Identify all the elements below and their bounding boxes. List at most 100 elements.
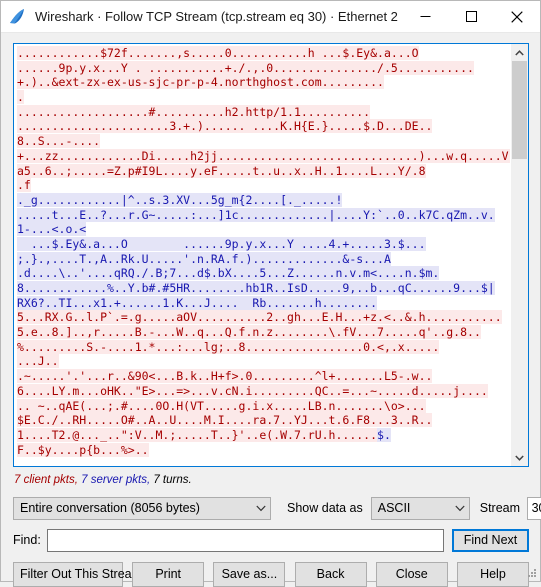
dialog-button-row: Filter Out This Stream Print Save as... …	[13, 561, 529, 587]
back-button[interactable]: Back	[294, 561, 367, 587]
scroll-down-button[interactable]	[511, 449, 528, 466]
stream-line: .~.....'.'...r..&90<...B.k..H+f>.0......…	[17, 369, 510, 384]
wireshark-fin-icon	[10, 8, 24, 23]
stream-line: 5.e..8.]..,r.....B.-...W..q...Q.f.n.z...…	[17, 325, 510, 340]
server-text-segment: ;.}.,....T.,A..Rk.U.....'.n.RA.f.)......…	[17, 251, 391, 266]
client-text-segment: ...................#..........h2.http/1.…	[17, 104, 371, 119]
close-icon	[511, 10, 523, 23]
client-text-segment: ......9p.y.x...Y . ...........+./.,.0...…	[17, 60, 474, 75]
stream-controls-row: Entire conversation (8056 bytes) Show da…	[13, 496, 541, 520]
client-text-segment: .f	[17, 178, 31, 193]
find-input[interactable]	[46, 528, 444, 552]
client-text-segment: ............$72f.......,s.....0.........…	[17, 46, 419, 60]
show-data-as-select[interactable]: ASCII	[370, 496, 470, 520]
stream-line: .d....\..'....qRQ./.B;7...d$.bX....5...Z…	[17, 266, 510, 281]
stream-content[interactable]: ............$72f.......,s.....0.........…	[14, 44, 510, 466]
stream-line: a5..6..;.....=Z.p#I9L....y.eF.....t..u..…	[17, 163, 510, 179]
client-text-segment: 5...RX.G..l.P`.=.g.....aOV..........2..g…	[17, 310, 502, 325]
client-text-segment: 5.e..8.]..,r.....B.-...W..q...Q.f.n.z...…	[17, 325, 481, 340]
stream-line: .....t...E..?...r.G~.....:...]1c........…	[17, 207, 510, 223]
stream-line: ._g............|^..s.3.XV...5g_m{2....[.…	[17, 192, 510, 208]
server-text-segment: 8............%..Y.b#.#5HR........hb1R..I…	[17, 281, 495, 295]
stream-line: ......................3.+.)...... ....K.…	[17, 119, 510, 134]
stream-line: +...zz............Di.....h2jj...........…	[17, 148, 510, 164]
conversation-select[interactable]: Entire conversation (8056 bytes)	[13, 496, 271, 520]
client-text-segment: F..$y....p{b...%>..	[17, 442, 149, 457]
follow-tcp-stream-dialog: Wireshark · Follow TCP Stream (tcp.strea…	[0, 0, 541, 587]
stream-line: $E.C./..RH.....O#..A..U....M.I....ra.7..…	[17, 413, 510, 428]
scroll-up-button[interactable]	[511, 44, 528, 61]
stream-line: 6....LY.m...oHK.."E>...=>...v.cN.i......…	[17, 383, 510, 399]
server-text-segment: .d....\..'....qRQ./.B;7...d$.bX....5...Z…	[17, 266, 440, 281]
stream-line: ;.}.,....T.,A..Rk.U.....'.n.RA.f.)......…	[17, 251, 510, 267]
stream-line: 5...RX.G..l.P`.=.g.....aOV..........2..g…	[17, 310, 510, 325]
minimize-button[interactable]	[402, 1, 448, 33]
client-pkts-stat: 7 client pkts,	[14, 474, 78, 486]
stream-line: .	[17, 90, 510, 105]
client-text-segment: 1....T2.@..._..":V..M.;.....T..}'..e(.W.…	[17, 427, 378, 442]
conversation-select-value: Entire conversation (8056 bytes)	[20, 501, 200, 515]
title-bar: Wireshark · Follow TCP Stream (tcp.strea…	[1, 1, 540, 33]
server-text-segment: RX6?..TI...x1.+......1.K...J.... Rb.....…	[17, 295, 378, 310]
client-text-segment: 6....LY.m...oHK.."E>...=>...v.cN.i......…	[17, 383, 488, 398]
stream-line: F..$y....p{b...%>..	[17, 442, 510, 458]
stream-line: +.)..&ext-zx-ex-us-sjc-pr-p-4.northghost…	[17, 75, 510, 90]
stream-line: ............$72f.......,s.....0.........…	[17, 46, 510, 61]
server-pkts-stat: 7 server pkts,	[77, 474, 151, 486]
stream-line: 8..S...-....	[17, 134, 510, 149]
find-label: Find:	[13, 533, 41, 547]
window-title: Wireshark · Follow TCP Stream (tcp.strea…	[35, 9, 398, 24]
stream-line: ...................#..........h2.http/1.…	[17, 104, 510, 120]
chevron-down-icon	[252, 505, 270, 512]
find-next-button[interactable]: Find Next	[452, 528, 529, 552]
window-controls	[402, 1, 540, 33]
maximize-icon	[465, 11, 477, 22]
close-button-titlebar[interactable]	[494, 1, 540, 33]
server-text-segment: .....t...E..?...r.G~.....:...]1c........…	[17, 207, 495, 222]
scroll-track[interactable]	[511, 61, 528, 449]
show-data-as-label: Show data as	[287, 501, 363, 515]
server-text-segment: $.	[377, 427, 391, 442]
server-text-segment: ...$.Ey&.a...O ......9p.y.x...Y ....4.+.…	[17, 236, 426, 251]
client-text-segment: %.........S.-....1.*...:...lg;..8.......…	[17, 339, 440, 354]
filter-out-this-stream-button[interactable]: Filter Out This Stream	[13, 561, 142, 587]
stream-number-value[interactable]: 30	[528, 497, 541, 519]
stream-line: ......9p.y.x...Y . ...........+./.,.0...…	[17, 60, 510, 76]
stream-number-stepper[interactable]: 30	[527, 496, 541, 520]
minimize-icon	[420, 16, 430, 17]
client-text-segment: a5..6..;.....=Z.p#I9L....y.eF.....t..u..…	[17, 163, 426, 178]
client-text-segment: .~.....'.'...r..&90<...B.k..H+f>.0......…	[17, 369, 433, 384]
client-text-segment: +.)..&ext-zx-ex-us-sjc-pr-p-4.northghost…	[17, 75, 384, 90]
scroll-thumb[interactable]	[512, 61, 527, 159]
client-text-segment: ......................3.+.)...... ....K.…	[17, 119, 433, 134]
find-row: Find: Find Next	[13, 528, 529, 552]
chevron-down-icon	[451, 505, 469, 512]
maximize-button[interactable]	[448, 1, 494, 33]
stream-line: .f	[17, 178, 510, 193]
stream-line: RX6?..TI...x1.+......1.K...J.... Rb.....…	[17, 295, 510, 311]
resize-grip-icon[interactable]	[525, 566, 537, 578]
client-text-segment: .. ~..qAE(...;.#....0O.H(VT.....g.i.x...…	[17, 398, 426, 413]
client-text-segment: ...J..	[17, 354, 59, 369]
vertical-scrollbar[interactable]	[510, 44, 528, 466]
client-text-segment: +...zz............Di.....h2jj...........…	[17, 148, 510, 163]
server-text-segment: 1-...<.o.<	[17, 222, 87, 237]
client-text-segment: $E.C./..RH.....O#..A..U....M.I....ra.7..…	[17, 413, 433, 428]
stream-line: %.........S.-....1.*...:...lg;..8.......…	[17, 339, 510, 355]
packet-stats-status: 7 client pkts, 7 server pkts, 7 turns.	[14, 474, 540, 490]
stream-line: 1....T2.@..._..":V..M.;.....T..}'..e(.W.…	[17, 427, 510, 443]
stream-label: Stream	[479, 501, 521, 515]
stream-line: 1-...<.o.<	[17, 222, 510, 237]
client-text-segment: .	[17, 90, 24, 105]
print-button[interactable]: Print	[132, 561, 205, 587]
stream-text-view[interactable]: ............$72f.......,s.....0.........…	[13, 43, 529, 467]
stream-line: ...$.Ey&.a...O ......9p.y.x...Y ....4.+.…	[17, 236, 510, 252]
server-text-segment: ._g............|^..s.3.XV...5g_m{2....[.…	[17, 192, 343, 207]
save-as-button[interactable]: Save as...	[213, 561, 286, 587]
chevron-down-icon	[515, 454, 524, 461]
help-button[interactable]: Help	[456, 561, 529, 587]
show-data-as-value: ASCII	[377, 501, 411, 515]
close-button[interactable]: Close	[375, 561, 448, 587]
client-text-segment: 8..S...-....	[17, 134, 101, 149]
stream-line: 8............%..Y.b#.#5HR........hb1R..I…	[17, 281, 510, 296]
